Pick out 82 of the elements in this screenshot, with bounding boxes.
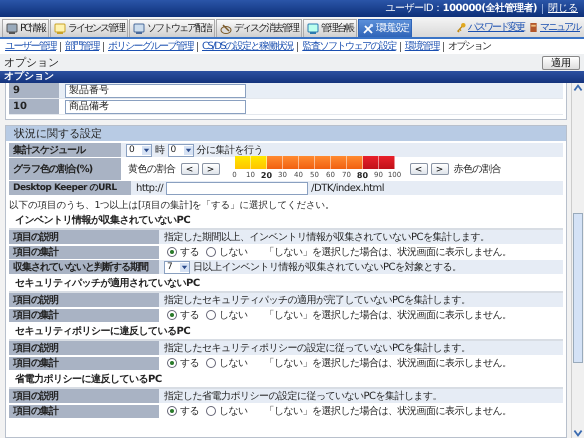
row-label: 収集されていないと判断する期間	[9, 260, 159, 274]
key-icon	[457, 22, 466, 32]
scrollbar[interactable]	[571, 83, 584, 438]
scroll-up-icon[interactable]	[572, 83, 584, 93]
hint-text: 「しない」を選択した場合は、状況画面に表示しません。	[264, 356, 512, 370]
caret-icon	[184, 146, 192, 154]
nav-tab[interactable]: PC情報	[2, 19, 50, 37]
schedule-suffix-text: 分に集計を行う	[196, 144, 263, 156]
sub-nav-link[interactable]: 部門管理	[65, 40, 99, 53]
adjust-button[interactable]: >	[430, 163, 448, 175]
url-suffix-text: /DTK/index.html	[311, 182, 384, 194]
caret-icon	[180, 262, 189, 272]
item-number: 9	[9, 83, 59, 98]
user-id-label: ユーザーID：100000(全社管理者)	[385, 2, 537, 15]
nav-tab[interactable]: ディスク消去管理	[216, 19, 302, 37]
radio-option[interactable]: しない	[206, 308, 248, 322]
sub-nav-link[interactable]: CS/DSの設定と稼働状況	[202, 40, 294, 53]
days-select[interactable]: 7	[164, 260, 190, 274]
hour-select[interactable]: 0	[126, 144, 152, 156]
row-label: グラフ色の割合(%)	[9, 158, 121, 180]
row-label: 集計スケジュール	[9, 143, 121, 157]
radio-option[interactable]: する	[167, 246, 199, 258]
item-name-field[interactable]: 製品番号	[65, 84, 246, 98]
nav-tab[interactable]: ソフトウェア配信	[129, 19, 216, 37]
hint-text: 「しない」を選択した場合は、状況画面に表示しません。	[264, 404, 512, 418]
sub-nav-link[interactable]: オプション	[448, 40, 490, 53]
row-label: 項目の集計	[9, 246, 159, 258]
header-link[interactable]: マニュアル	[529, 20, 580, 34]
row-label: 項目の集計	[9, 308, 159, 322]
url-field[interactable]	[166, 182, 308, 194]
description-text: 指定したセキュリティパッチの適用が完了していないPCを集計します。	[164, 294, 471, 306]
row-label: 項目の説明	[9, 341, 159, 355]
apply-button[interactable]: 適用	[542, 56, 580, 70]
nav-tab[interactable]: ライセンス管理	[50, 19, 128, 37]
radio-option[interactable]: しない	[206, 404, 248, 418]
instruction-text: 以下の項目のうち、1つ以上は[項目の集計]を「する」に選択してください。	[9, 199, 336, 212]
adjust-button[interactable]: <	[410, 163, 428, 175]
header-link[interactable]: パスワード変更	[457, 20, 524, 34]
section-header: 状況に関する設定	[6, 126, 566, 141]
radio-option[interactable]: する	[167, 356, 199, 370]
nav-tab[interactable]: 管理台帳	[303, 19, 358, 37]
period-suffix-text: 日以上インベントリ情報が収集されていないPCを対象とする。	[193, 260, 462, 274]
row-label: 項目の説明	[9, 389, 159, 403]
minute-select[interactable]: 0	[168, 144, 194, 156]
sub-nav-link[interactable]: ユーザー管理	[5, 40, 56, 53]
description-text: 指定した期間以上、インベントリ情報が収集されていないPCを集計します。	[164, 230, 490, 244]
disk-icon	[220, 22, 232, 34]
row-label: Desktop Keeper のURL	[9, 181, 131, 195]
scroll-thumb[interactable]	[573, 213, 583, 363]
sub-nav-link[interactable]: 環境管理	[404, 40, 439, 53]
close-link[interactable]: 閉じる	[548, 2, 578, 15]
hint-text: 「しない」を選択した場合は、状況画面に表示しません。	[264, 246, 512, 258]
lower-ratio-label: 黄色の割合	[128, 162, 176, 176]
row-label: 項目の集計	[9, 404, 159, 418]
tick-label: 80	[356, 170, 370, 182]
tick-label: 20	[260, 170, 274, 182]
radio-option[interactable]: しない	[206, 356, 248, 370]
radio-option[interactable]: する	[167, 308, 199, 322]
sub-nav-link[interactable]: 監査ソフトウェアの設定	[302, 40, 396, 53]
radio-option[interactable]: しない	[206, 246, 248, 258]
upper-ratio-label: 赤色の割合	[454, 162, 501, 176]
item-name-field[interactable]: 商品備考	[65, 100, 246, 114]
row-label: 項目の説明	[9, 230, 159, 244]
description-text: 指定したセキュリティポリシーの設定に従っていないPCを集計します。	[164, 342, 471, 354]
computer-icon	[6, 22, 18, 34]
radio-option[interactable]: する	[167, 404, 199, 418]
caret-icon	[142, 146, 151, 154]
hour-unit-label: 時	[155, 144, 164, 156]
sub-nav-link[interactable]: ポリシーグループ管理	[108, 40, 193, 53]
description-text: 指定した省電力ポリシーの設定に従っていないPCを集計します。	[164, 390, 442, 402]
row-label: 項目の説明	[9, 293, 159, 307]
row-label: 項目の集計	[9, 356, 159, 370]
adjust-button[interactable]: <	[180, 163, 198, 175]
nav-tab[interactable]: 環境設定	[358, 19, 412, 37]
url-prefix-text: http://	[136, 182, 164, 194]
monitor-icon	[133, 22, 146, 34]
page-title: オプション	[4, 56, 59, 69]
adjust-button[interactable]: >	[202, 163, 220, 175]
item-number: 10	[9, 99, 59, 114]
hint-text: 「しない」を選択した場合は、状況画面に表示しません。	[264, 308, 512, 322]
scroll-down-icon[interactable]	[572, 428, 584, 438]
tools-icon	[362, 22, 374, 34]
